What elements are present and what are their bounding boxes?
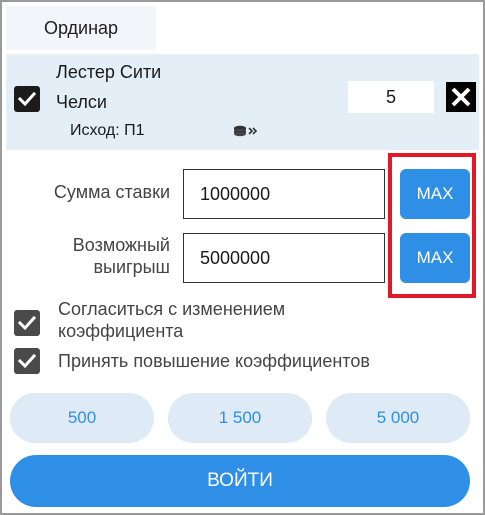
accept-coef-change-line1: Согласиться с изменением	[58, 299, 286, 319]
quick-amount-500-button[interactable]: 500	[10, 393, 154, 443]
stake-input[interactable]	[183, 169, 385, 219]
team-home: Лестер Сити	[56, 62, 162, 82]
accept-coef-increase-checkbox[interactable]	[14, 348, 40, 374]
close-icon	[451, 87, 471, 107]
login-button[interactable]: ВОЙТИ	[10, 455, 470, 507]
possible-win-label-line1: Возможный	[72, 235, 170, 255]
betslip-panel: Ординар Лестер Сити Челси Исход: П1 5 Су…	[0, 0, 485, 515]
highlight-box	[388, 153, 476, 298]
team-away: Челси	[56, 92, 107, 112]
possible-win-label: Возможный выигрыш	[16, 234, 170, 278]
checkmark-icon	[17, 315, 37, 331]
checkmark-icon	[17, 353, 37, 369]
quick-amount-1500-button[interactable]: 1 500	[168, 393, 312, 443]
accept-coef-change-checkbox[interactable]	[14, 310, 40, 336]
possible-win-label-line2: выигрыш	[93, 257, 170, 277]
quick-amount-5000-button[interactable]: 5 000	[326, 393, 470, 443]
accept-coef-increase-label: Принять повышение коэффициентов	[58, 351, 370, 371]
coins-icon	[234, 125, 258, 137]
bet-outcome: Исход: П1	[70, 122, 145, 139]
accept-coef-change-line2: коэффициента	[58, 321, 184, 341]
tab-single-bet[interactable]: Ординар	[6, 6, 156, 50]
remove-bet-button[interactable]	[446, 82, 476, 112]
coefficient-input[interactable]	[348, 81, 434, 113]
bet-select-checkbox[interactable]	[14, 86, 40, 112]
bet-item: Лестер Сити Челси Исход: П1	[6, 54, 479, 150]
accept-coef-change-label: Согласиться с изменением коэффициента	[58, 298, 358, 342]
tab-label: Ординар	[43, 17, 119, 38]
possible-win-input[interactable]	[183, 233, 385, 283]
stake-label: Сумма ставки	[53, 182, 170, 202]
checkmark-icon	[17, 91, 37, 107]
